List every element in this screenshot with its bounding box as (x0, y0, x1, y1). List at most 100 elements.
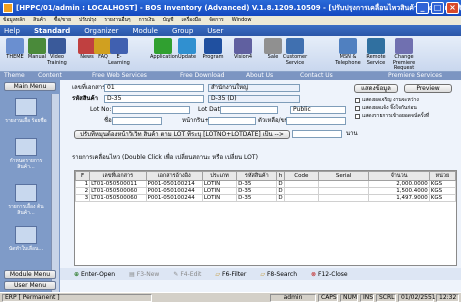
status-time: 12:32 (436, 294, 459, 302)
column-header[interactable]: รหัสสินค้า (236, 171, 278, 181)
table-cell (283, 180, 319, 188)
remote-button[interactable]: Remote Service (362, 38, 390, 66)
customer-service-button[interactable]: Customer Service (282, 38, 308, 66)
qty-field[interactable] (208, 117, 256, 125)
preview-button[interactable]: Preview (404, 84, 452, 93)
sidebar-item[interactable]: รายงานเอื้อ ร้อยชื่อ (3, 98, 49, 124)
elearning-button[interactable]: E-Learning (106, 38, 132, 66)
lot-no-field[interactable] (112, 106, 190, 114)
column-header[interactable]: h (276, 171, 285, 181)
change-button[interactable]: Change Premiere Request (390, 38, 418, 72)
user-menu-button[interactable]: User Menu (4, 281, 56, 290)
main-menu-button[interactable]: Main Menu (4, 82, 56, 91)
enter-open-button[interactable]: ⊕ Enter-Open (74, 271, 115, 278)
tab-help[interactable]: Help (4, 27, 20, 35)
menu-item-window[interactable]: Window (232, 16, 252, 25)
menu-item[interactable]: รายงานอื่นๆ (104, 16, 130, 25)
name-field[interactable] (112, 117, 162, 125)
visibility-select[interactable]: Public (290, 106, 346, 114)
ribbon-tabs: Help Standard Organizer Module Group Use… (0, 25, 461, 36)
group-content-label: Content (38, 72, 62, 79)
option-checkbox-3[interactable] (355, 114, 360, 119)
note-field[interactable] (292, 130, 342, 138)
sidebar-item[interactable]: กำหนดรายการสินค้า... (3, 138, 49, 170)
tab-standard[interactable]: Standard (34, 27, 70, 35)
sidebar-item[interactable]: นัดทำใบเลื่อน... (3, 226, 49, 252)
table-row[interactable]: 2 LT01-050500060 P001-050100244 LOTIN D-… (75, 187, 456, 195)
search-button[interactable]: ▱ F8-Search (260, 271, 297, 278)
option-checkbox-2[interactable] (355, 106, 360, 111)
sidebar-scrollbar[interactable] (51, 94, 59, 294)
movement-icon (15, 184, 37, 202)
table-cell: KGS (428, 187, 456, 195)
option-checkbox-1[interactable] (355, 98, 360, 103)
action-bar: ⊕ Enter-Open ▤ F3-New ✎ F4-Edit ▱ F6-Filter … (60, 268, 461, 280)
sidebar-item[interactable]: รายการเอื้อง ต้นสินค้า... (3, 184, 49, 216)
lot-date-field[interactable] (220, 106, 278, 114)
close-icon: ⊗ (311, 270, 317, 278)
maximize-button[interactable]: □ (431, 2, 444, 14)
edit-button[interactable]: ✎ F4-Edit (173, 271, 201, 278)
menu-item[interactable]: จัดการ (209, 16, 224, 25)
elearning-icon (110, 38, 128, 54)
column-header[interactable]: จำนวน (368, 171, 430, 181)
column-header[interactable]: เลขที่เอกสาร (89, 171, 147, 181)
product-code-field[interactable]: D-35 (104, 95, 204, 103)
column-header[interactable]: Serial (317, 171, 370, 181)
menu-item[interactable]: ซื้อ/ขาย (54, 16, 71, 25)
apply-lot-button[interactable]: ปรับที่หมุนต้องหน้าวิเวิท สินค้า ตาม LOT… (74, 130, 290, 139)
tab-module[interactable]: Module (133, 27, 158, 35)
update-button[interactable]: Update (174, 38, 200, 61)
application-button[interactable]: Application (150, 38, 178, 61)
table-row[interactable]: 3 LT01-050500060 P001-050100244 LOTIN D-… (75, 194, 456, 202)
status-date: 01/02/2551 (398, 294, 436, 302)
menu-item[interactable]: เครื่องมือ (182, 16, 201, 25)
module-menu-button[interactable]: Module Menu (4, 270, 56, 279)
tab-group[interactable]: Group (172, 27, 193, 35)
msn-icon (339, 38, 357, 54)
unit-field[interactable] (286, 117, 346, 125)
menu-item[interactable]: ปรับปรุง (79, 16, 96, 25)
new-button[interactable]: ▤ F3-New (129, 271, 159, 278)
show-data-button[interactable]: แสดงข้อมูล (354, 84, 398, 93)
column-header[interactable]: ประเภท (201, 171, 238, 181)
warehouse-field[interactable]: สำนักงานใหญ่ (208, 84, 300, 92)
program-icon (204, 38, 222, 54)
menu-item[interactable]: บัญชี (163, 16, 174, 25)
ribbon-button-label: E-Learning (108, 54, 130, 66)
option-label-1: แสดงผลเจริญ งานจะหว่าง (362, 97, 419, 103)
vision4-icon (234, 38, 252, 54)
edit-icon: ✎ (173, 270, 179, 278)
ribbon-button-label: Change Premiere Request (392, 54, 416, 71)
menu-item[interactable]: การเงิน (139, 16, 155, 25)
table-cell (283, 187, 319, 195)
menu-item[interactable]: ข้อมูลหลัก (3, 16, 25, 25)
option-label-2: แสดงผลแจ้ง จิ๊งใจกันก่อน (362, 105, 417, 111)
close-button[interactable]: ⊗ F12-Close (311, 271, 348, 278)
tab-user[interactable]: User (207, 27, 223, 35)
vision4-button[interactable]: Vision4 (230, 38, 256, 61)
table-cell: LT01-050500060 (89, 187, 147, 195)
tab-organizer[interactable]: Organizer (84, 27, 118, 35)
group-about-label: About Us (246, 72, 274, 79)
msn-button[interactable]: MSN & Telephone (334, 38, 362, 66)
menu-item[interactable]: สินค้า (33, 16, 46, 25)
column-header[interactable]: เอกสารอ้างอิง (145, 171, 203, 181)
video-button[interactable]: Video Training (44, 38, 70, 66)
status-user: admin (270, 294, 316, 302)
ribbon-button-label: Vision4 (233, 54, 253, 60)
status-num: NUM (340, 294, 358, 302)
column-header[interactable]: F (75, 171, 91, 181)
doc-no-field[interactable]: 01 (104, 84, 204, 92)
program-button[interactable]: Program (200, 38, 226, 61)
minimize-button[interactable]: _ (416, 2, 429, 14)
window-titlebar[interactable]: [HPPC/01/admin : LOCALHOST] - BOS Invent… (0, 0, 461, 16)
filter-button[interactable]: ▱ F6-Filter (215, 271, 246, 278)
close-window-button[interactable]: × (446, 2, 459, 14)
column-header[interactable]: Code (283, 171, 319, 181)
movement-grid[interactable]: F เลขที่เอกสาร เอกสารอ้างอิง ประเภท รหัส… (74, 170, 457, 266)
column-header[interactable]: หน่วย (428, 171, 456, 181)
window-title: [HPPC/01/admin : LOCALHOST] - BOS Invent… (16, 3, 461, 12)
table-cell: D (276, 194, 285, 202)
table-row[interactable]: 1 LT01-050500011 P001-050100214 LOTIN D-… (75, 180, 456, 188)
